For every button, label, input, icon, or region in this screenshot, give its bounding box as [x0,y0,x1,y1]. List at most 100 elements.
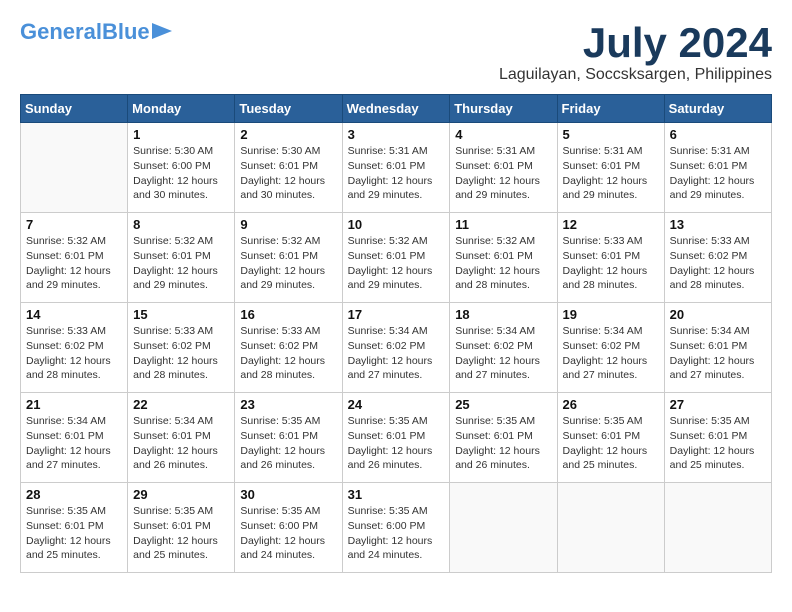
cell-info: Sunrise: 5:30 AM Sunset: 6:00 PM Dayligh… [133,144,229,203]
day-number: 6 [670,127,766,142]
week-row-5: 28 Sunrise: 5:35 AM Sunset: 6:01 PM Dayli… [21,483,772,573]
calendar-cell: 12 Sunrise: 5:33 AM Sunset: 6:01 PM Dayli… [557,213,664,303]
logo-arrow-icon [152,21,172,41]
calendar-cell: 13 Sunrise: 5:33 AM Sunset: 6:02 PM Dayli… [664,213,771,303]
day-number: 5 [563,127,659,142]
cell-info: Sunrise: 5:31 AM Sunset: 6:01 PM Dayligh… [670,144,766,203]
cell-info: Sunrise: 5:32 AM Sunset: 6:01 PM Dayligh… [455,234,551,293]
calendar-table: Sunday Monday Tuesday Wednesday Thursday… [20,94,772,573]
day-number: 7 [26,217,122,232]
week-row-2: 7 Sunrise: 5:32 AM Sunset: 6:01 PM Daylig… [21,213,772,303]
calendar-cell: 28 Sunrise: 5:35 AM Sunset: 6:01 PM Dayli… [21,483,128,573]
cell-info: Sunrise: 5:35 AM Sunset: 6:00 PM Dayligh… [240,504,336,563]
week-row-4: 21 Sunrise: 5:34 AM Sunset: 6:01 PM Dayli… [21,393,772,483]
cell-info: Sunrise: 5:35 AM Sunset: 6:01 PM Dayligh… [455,414,551,473]
calendar-cell: 14Sunrise: 5:33 AM Sunset: 6:02 PM Dayli… [21,303,128,393]
day-number: 10 [348,217,445,232]
location-title: Laguilayan, Soccsksargen, Philippines [499,66,772,84]
week-row-1: 1 Sunrise: 5:30 AM Sunset: 6:00 PM Daylig… [21,123,772,213]
header-tuesday: Tuesday [235,95,342,123]
cell-info: Sunrise: 5:35 AM Sunset: 6:01 PM Dayligh… [26,504,122,563]
cell-info: Sunrise: 5:35 AM Sunset: 6:01 PM Dayligh… [133,504,229,563]
header-sunday: Sunday [21,95,128,123]
cell-info: Sunrise: 5:33 AM Sunset: 6:02 PM Dayligh… [26,324,122,383]
calendar-cell: 25 Sunrise: 5:35 AM Sunset: 6:01 PM Dayli… [450,393,557,483]
calendar-cell: 23Sunrise: 5:35 AM Sunset: 6:01 PM Dayli… [235,393,342,483]
day-number: 11 [455,217,551,232]
day-number: 20 [670,307,766,322]
day-number: 17 [348,307,445,322]
day-number: 26 [563,397,659,412]
calendar-cell [557,483,664,573]
cell-info: Sunrise: 5:33 AM Sunset: 6:02 PM Dayligh… [133,324,229,383]
logo-line2: Blue [102,19,150,44]
day-number: 13 [670,217,766,232]
cell-info: Sunrise: 5:34 AM Sunset: 6:02 PM Dayligh… [455,324,551,383]
calendar-cell: 3 Sunrise: 5:31 AM Sunset: 6:01 PM Daylig… [342,123,450,213]
header-row: Sunday Monday Tuesday Wednesday Thursday… [21,95,772,123]
header-wednesday: Wednesday [342,95,450,123]
day-number: 22 [133,397,229,412]
calendar-cell: 16Sunrise: 5:33 AM Sunset: 6:02 PM Dayli… [235,303,342,393]
day-number: 30 [240,487,336,502]
calendar-cell: 6 Sunrise: 5:31 AM Sunset: 6:01 PM Daylig… [664,123,771,213]
cell-info: Sunrise: 5:35 AM Sunset: 6:00 PM Dayligh… [348,504,445,563]
calendar-cell: 8 Sunrise: 5:32 AM Sunset: 6:01 PM Daylig… [128,213,235,303]
calendar-cell: 5Sunrise: 5:31 AM Sunset: 6:01 PM Daylig… [557,123,664,213]
logo-line1: General [20,19,102,44]
calendar-cell: 17 Sunrise: 5:34 AM Sunset: 6:02 PM Dayli… [342,303,450,393]
cell-info: Sunrise: 5:31 AM Sunset: 6:01 PM Dayligh… [455,144,551,203]
cell-info: Sunrise: 5:33 AM Sunset: 6:02 PM Dayligh… [240,324,336,383]
day-number: 9 [240,217,336,232]
cell-info: Sunrise: 5:34 AM Sunset: 6:01 PM Dayligh… [26,414,122,473]
day-number: 12 [563,217,659,232]
day-number: 18 [455,307,551,322]
cell-info: Sunrise: 5:32 AM Sunset: 6:01 PM Dayligh… [240,234,336,293]
cell-info: Sunrise: 5:31 AM Sunset: 6:01 PM Dayligh… [348,144,445,203]
cell-info: Sunrise: 5:32 AM Sunset: 6:01 PM Dayligh… [348,234,445,293]
day-number: 4 [455,127,551,142]
day-number: 21 [26,397,122,412]
day-number: 1 [133,127,229,142]
calendar-cell: 10 Sunrise: 5:32 AM Sunset: 6:01 PM Dayli… [342,213,450,303]
cell-info: Sunrise: 5:33 AM Sunset: 6:01 PM Dayligh… [563,234,659,293]
calendar-cell: 24Sunrise: 5:35 AM Sunset: 6:01 PM Dayli… [342,393,450,483]
page-header: GeneralBlue July 2024 Laguilayan, Soccsk… [20,20,772,84]
calendar-cell: 4 Sunrise: 5:31 AM Sunset: 6:01 PM Daylig… [450,123,557,213]
cell-info: Sunrise: 5:35 AM Sunset: 6:01 PM Dayligh… [563,414,659,473]
day-number: 15 [133,307,229,322]
calendar-cell: 29Sunrise: 5:35 AM Sunset: 6:01 PM Dayli… [128,483,235,573]
day-number: 31 [348,487,445,502]
day-number: 23 [240,397,336,412]
cell-info: Sunrise: 5:34 AM Sunset: 6:01 PM Dayligh… [133,414,229,473]
cell-info: Sunrise: 5:33 AM Sunset: 6:02 PM Dayligh… [670,234,766,293]
day-number: 3 [348,127,445,142]
logo: GeneralBlue [20,20,172,44]
header-thursday: Thursday [450,95,557,123]
calendar-cell: 7 Sunrise: 5:32 AM Sunset: 6:01 PM Daylig… [21,213,128,303]
day-number: 24 [348,397,445,412]
calendar-cell: 30 Sunrise: 5:35 AM Sunset: 6:00 PM Dayli… [235,483,342,573]
day-number: 2 [240,127,336,142]
calendar-cell [21,123,128,213]
calendar-cell: 31 Sunrise: 5:35 AM Sunset: 6:00 PM Dayli… [342,483,450,573]
logo-text: GeneralBlue [20,20,150,44]
calendar-cell: 1 Sunrise: 5:30 AM Sunset: 6:00 PM Daylig… [128,123,235,213]
day-number: 28 [26,487,122,502]
cell-info: Sunrise: 5:30 AM Sunset: 6:01 PM Dayligh… [240,144,336,203]
cell-info: Sunrise: 5:34 AM Sunset: 6:02 PM Dayligh… [348,324,445,383]
calendar-cell: 21 Sunrise: 5:34 AM Sunset: 6:01 PM Dayli… [21,393,128,483]
cell-info: Sunrise: 5:32 AM Sunset: 6:01 PM Dayligh… [26,234,122,293]
calendar-cell: 15 Sunrise: 5:33 AM Sunset: 6:02 PM Dayli… [128,303,235,393]
calendar-cell: 9 Sunrise: 5:32 AM Sunset: 6:01 PM Daylig… [235,213,342,303]
calendar-cell [664,483,771,573]
day-number: 25 [455,397,551,412]
cell-info: Sunrise: 5:35 AM Sunset: 6:01 PM Dayligh… [670,414,766,473]
calendar-cell: 11 Sunrise: 5:32 AM Sunset: 6:01 PM Dayli… [450,213,557,303]
cell-info: Sunrise: 5:32 AM Sunset: 6:01 PM Dayligh… [133,234,229,293]
day-number: 8 [133,217,229,232]
calendar-cell: 26 Sunrise: 5:35 AM Sunset: 6:01 PM Dayli… [557,393,664,483]
calendar-cell: 27 Sunrise: 5:35 AM Sunset: 6:01 PM Dayli… [664,393,771,483]
day-number: 27 [670,397,766,412]
cell-info: Sunrise: 5:34 AM Sunset: 6:01 PM Dayligh… [670,324,766,383]
